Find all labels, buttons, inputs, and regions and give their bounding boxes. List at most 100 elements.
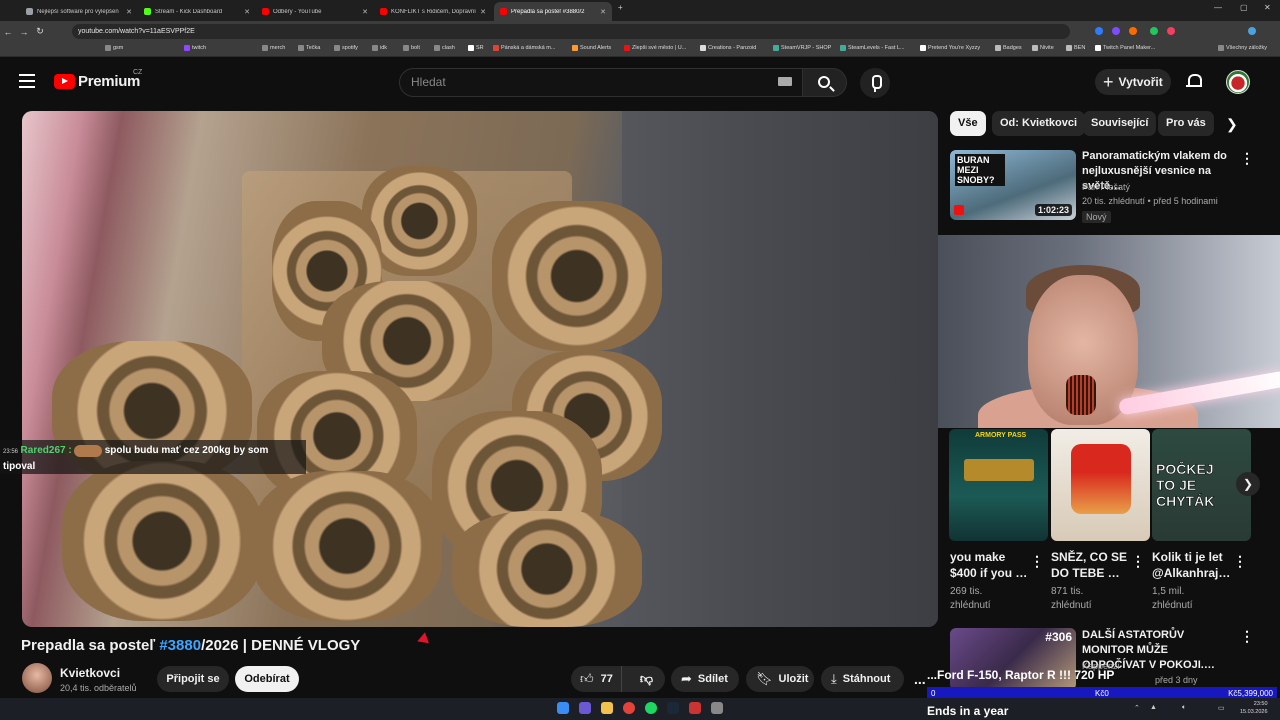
extension-icon[interactable] xyxy=(1167,27,1175,35)
voice-search-icon[interactable] xyxy=(860,68,890,98)
minimize-icon[interactable]: — xyxy=(1214,3,1222,12)
short-thumbnail[interactable]: ARMORY PASS xyxy=(949,429,1048,541)
app-icon[interactable] xyxy=(711,702,723,714)
browser-tab-active[interactable]: Prepadla sa posteľ #3880/2 ✕ xyxy=(494,2,612,21)
bookmark-item[interactable]: Sound Alerts xyxy=(572,45,611,51)
bookmark-item[interactable]: BEN xyxy=(1066,45,1085,51)
browser-tab[interactable]: Odběry - YouTube ✕ xyxy=(256,2,374,21)
tray-icon[interactable]: ▲ xyxy=(1150,704,1157,711)
file-explorer-icon[interactable] xyxy=(601,702,613,714)
close-icon[interactable]: ✕ xyxy=(244,8,250,16)
bookmark-item[interactable]: SR xyxy=(468,45,484,51)
more-actions-button[interactable]: ... xyxy=(914,671,926,687)
bookmark-item[interactable]: Zlepši své město | U... xyxy=(624,45,686,51)
volume-icon[interactable]: 🔈︎ xyxy=(1182,704,1186,712)
close-icon[interactable]: ✕ xyxy=(126,8,132,16)
bookmark-item[interactable]: SteamVRJP - SHOP xyxy=(773,45,831,51)
bookmark-item[interactable]: twitch xyxy=(184,45,206,51)
teams-icon[interactable] xyxy=(579,702,591,714)
account-avatar[interactable] xyxy=(1226,70,1250,94)
short-title[interactable]: SNĚZ, CO SE DO TEBE … xyxy=(1051,549,1133,581)
bookmark-item[interactable]: clash xyxy=(434,45,455,51)
more-vert-icon[interactable]: ⋮ xyxy=(1030,553,1044,570)
chip-from-channel[interactable]: Od: Kvietkovci xyxy=(992,111,1086,136)
close-icon[interactable]: ✕ xyxy=(480,8,486,16)
notifications-bell-icon[interactable] xyxy=(1186,73,1202,90)
spotify-icon[interactable] xyxy=(645,702,657,714)
forward-icon[interactable]: → xyxy=(16,27,32,37)
keyboard-icon[interactable] xyxy=(778,77,792,86)
create-button[interactable]: + Vytvořit xyxy=(1095,69,1171,95)
search-input[interactable]: Hledat xyxy=(399,68,804,97)
search-button[interactable] xyxy=(802,68,847,97)
new-tab-button[interactable]: + xyxy=(618,3,623,12)
chip-all[interactable]: Vše xyxy=(950,111,986,136)
short-title[interactable]: Kolik ti je let @Alkanhraj… xyxy=(1152,549,1234,581)
short-title[interactable]: you make $400 if you … xyxy=(950,549,1032,581)
like-button[interactable]: 👍︎ 77 xyxy=(571,666,622,692)
maximize-icon[interactable]: ▢ xyxy=(1240,3,1248,12)
chip-related[interactable]: Související xyxy=(1083,111,1157,136)
bookmark-item[interactable]: Badges xyxy=(995,45,1022,51)
close-window-icon[interactable]: ✕ xyxy=(1264,3,1271,12)
join-button[interactable]: Připojit se xyxy=(157,666,229,692)
channel-avatar[interactable] xyxy=(22,663,52,693)
short-thumbnail[interactable] xyxy=(1051,429,1150,541)
bookmark-item[interactable]: gsm xyxy=(105,45,123,51)
more-vert-icon[interactable]: ⋮ xyxy=(1240,150,1254,167)
bookmark-item[interactable]: Všechny záložky xyxy=(1218,45,1267,51)
windows-start-icon[interactable] xyxy=(557,702,569,714)
bookmark-item[interactable]: Twitch Panel Maker... xyxy=(1095,45,1155,51)
system-clock[interactable]: 23:50 15.03.2026 xyxy=(1240,700,1268,716)
extension-icon[interactable] xyxy=(1129,27,1137,35)
recommended-thumbnail[interactable]: BURAN MEZI SNOBY? 1:02:23 xyxy=(950,150,1076,220)
bookmark-item[interactable]: merch xyxy=(262,45,285,51)
back-icon[interactable]: ← xyxy=(0,27,16,37)
profile-icon[interactable] xyxy=(1248,27,1256,35)
extension-icon[interactable] xyxy=(1150,27,1158,35)
youtube-premium-logo[interactable]: Premium CZ xyxy=(54,69,142,90)
subscribe-button[interactable]: Odebírat xyxy=(235,666,299,692)
hashtag-link[interactable]: #3880 xyxy=(159,637,201,654)
bookmark-item[interactable]: Creations - Panzoid xyxy=(700,45,756,51)
bookmark-item[interactable]: Pánská a dámská m... xyxy=(493,45,555,51)
bookmark-item[interactable]: bolt xyxy=(403,45,420,51)
close-icon[interactable]: ✕ xyxy=(362,8,368,16)
folder-icon xyxy=(105,45,111,51)
browser-tab[interactable]: KONFLIKT s Řidičem, Dopravní ✕ xyxy=(374,2,492,21)
chevron-right-icon[interactable]: ❯ xyxy=(1226,116,1238,133)
download-button[interactable]: ⤓ Stáhnout xyxy=(821,666,904,692)
bookmark-item[interactable]: Pretend You're Xyzzy xyxy=(920,45,980,51)
more-vert-icon[interactable]: ⋮ xyxy=(1131,553,1145,570)
bookmark-item[interactable]: Nivite xyxy=(1032,45,1054,51)
hamburger-menu-icon[interactable] xyxy=(19,74,35,88)
chevron-right-icon[interactable]: ❯ xyxy=(1236,472,1260,496)
chip-for-you[interactable]: Pro vás xyxy=(1158,111,1214,136)
stream-ticker: ...Ford F-150, Raptor R !!! 720 HP xyxy=(927,668,1115,682)
browser-tab[interactable]: Nejlepší software pro vylepšen ✕ xyxy=(20,2,138,21)
reload-icon[interactable]: ↻ xyxy=(32,26,48,37)
bookmark-item[interactable]: idk xyxy=(372,45,387,51)
share-button[interactable]: ➦ Sdílet xyxy=(671,666,739,692)
browser-tab[interactable]: Stream - Kick Dashboard ✕ xyxy=(138,2,256,21)
more-vert-icon[interactable]: ⋮ xyxy=(1233,553,1247,570)
save-button[interactable]: 🔖︎ Uložit xyxy=(746,666,814,692)
address-bar[interactable]: youtube.com/watch?v=11aESVPPf2E xyxy=(72,24,1070,39)
dislike-button[interactable]: 👎︎ xyxy=(628,666,665,692)
extension-icon[interactable] xyxy=(1112,27,1120,35)
bookmark-item[interactable]: SteamLevels - Fast L... xyxy=(840,45,905,51)
more-vert-icon[interactable]: ⋮ xyxy=(1240,628,1254,645)
bookmark-item[interactable]: spotify xyxy=(334,45,358,51)
chrome-icon[interactable] xyxy=(623,702,635,714)
close-icon[interactable]: ✕ xyxy=(600,8,606,16)
bookmark-item[interactable]: Tečka xyxy=(298,45,320,51)
bookmark-label: Pretend You're Xyzzy xyxy=(928,45,981,51)
steam-icon[interactable] xyxy=(667,702,679,714)
channel-name[interactable]: Kvietkovci xyxy=(60,666,120,680)
network-icon[interactable]: ▭ xyxy=(1218,704,1225,712)
extension-icon[interactable] xyxy=(1095,27,1103,35)
app-icon[interactable] xyxy=(689,702,701,714)
tray-chevron-icon[interactable]: ⌃ xyxy=(1134,704,1140,712)
video-player[interactable] xyxy=(22,111,938,627)
recommended-channel[interactable]: Pan Plešatý xyxy=(1082,181,1130,194)
